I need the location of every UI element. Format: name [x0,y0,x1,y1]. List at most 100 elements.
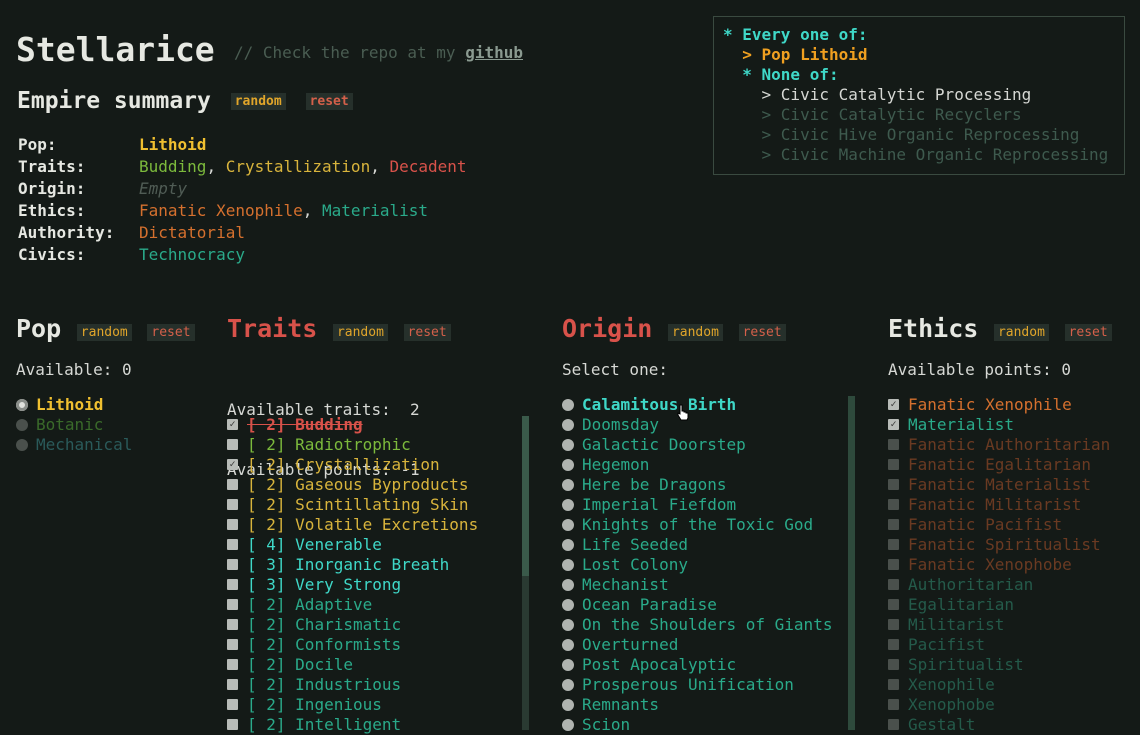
radio-icon[interactable] [562,459,574,471]
radio-icon[interactable] [562,559,574,571]
ethic-item[interactable]: Spiritualist [888,655,1138,675]
origin-item[interactable]: Doomsday [562,415,844,435]
ethic-item[interactable]: Xenophile [888,675,1138,695]
ethic-item[interactable]: Fanatic Militarist [888,495,1138,515]
checkbox-checked-icon[interactable]: ✓ [888,399,899,410]
radio-icon[interactable] [562,419,574,431]
checkbox-icon[interactable] [888,559,899,570]
origin-item[interactable]: Lost Colony [562,555,844,575]
checkbox-icon[interactable] [227,439,238,450]
checkbox-icon[interactable] [888,459,899,470]
radio-icon[interactable] [562,679,574,691]
radio-icon[interactable] [562,479,574,491]
origin-item[interactable]: Calamitous Birth [562,395,844,415]
ethic-item[interactable]: Fanatic Authoritarian [888,435,1138,455]
ethic-item[interactable]: Pacifist [888,635,1138,655]
checkbox-checked-icon[interactable]: ✓ [227,419,238,430]
checkbox-icon[interactable] [227,519,238,530]
ethic-item[interactable]: Xenophobe [888,695,1138,715]
checkbox-icon[interactable] [227,539,238,550]
checkbox-checked-icon[interactable]: ✓ [888,419,899,430]
ethics-reset-button[interactable]: reset [1064,324,1112,341]
origin-item[interactable]: Life Seeded [562,535,844,555]
trait-item[interactable]: ✓ [ 2] Crystallization [227,455,517,475]
origin-reset-button[interactable]: reset [738,324,786,341]
origin-item[interactable]: Post Apocalyptic [562,655,844,675]
checkbox-icon[interactable] [227,719,238,730]
checkbox-icon[interactable] [888,619,899,630]
trait-item[interactable]: [ 2] Industrious [227,675,517,695]
origin-item[interactable]: Imperial Fiefdom [562,495,844,515]
checkbox-icon[interactable] [227,659,238,670]
trait-item[interactable]: [ 4] Venerable [227,535,517,555]
radio-icon[interactable] [562,599,574,611]
pop-random-button[interactable]: random [76,324,132,341]
ethic-item[interactable]: Militarist [888,615,1138,635]
radio-icon[interactable] [562,719,574,731]
trait-item[interactable]: [ 2] Adaptive [227,595,517,615]
origin-item[interactable]: Overturned [562,635,844,655]
pop-option-lithoid[interactable]: Lithoid [16,395,132,415]
checkbox-icon[interactable] [888,679,899,690]
ethic-item[interactable]: Fanatic Egalitarian [888,455,1138,475]
ethic-item[interactable]: Fanatic Pacifist [888,515,1138,535]
checkbox-icon[interactable] [227,699,238,710]
ethic-item[interactable]: ✓ Fanatic Xenophile [888,395,1138,415]
checkbox-icon[interactable] [888,719,899,730]
trait-item[interactable]: [ 2] Intelligent [227,715,517,735]
origin-item[interactable]: Prosperous Unification [562,675,844,695]
trait-item[interactable]: [ 2] Volatile Excretions [227,515,517,535]
radio-icon[interactable] [562,439,574,451]
pop-reset-button[interactable]: reset [147,324,195,341]
checkbox-icon[interactable] [227,679,238,690]
origin-item[interactable]: Knights of the Toxic God [562,515,844,535]
checkbox-icon[interactable] [888,699,899,710]
trait-item[interactable]: [ 3] Very Strong [227,575,517,595]
checkbox-icon[interactable] [227,479,238,490]
origin-item[interactable]: Remnants [562,695,844,715]
radio-icon[interactable] [562,619,574,631]
checkbox-icon[interactable] [888,479,899,490]
radio-icon[interactable] [16,419,28,431]
traits-reset-button[interactable]: reset [403,324,451,341]
ethics-random-button[interactable]: random [993,324,1049,341]
origin-item[interactable]: Scion [562,715,844,735]
ethic-item[interactable]: Fanatic Spiritualist [888,535,1138,555]
trait-item[interactable]: [ 2] Ingenious [227,695,517,715]
pop-option-mechanical[interactable]: Mechanical [16,435,132,455]
traits-scroll-thumb[interactable] [522,416,529,576]
origin-item[interactable]: Hegemon [562,455,844,475]
radio-icon[interactable] [562,659,574,671]
origin-scrollbar[interactable] [848,396,855,730]
traits-random-button[interactable]: random [332,324,388,341]
trait-item[interactable]: [ 2] Radiotrophic [227,435,517,455]
radio-icon[interactable] [562,519,574,531]
checkbox-icon[interactable] [227,499,238,510]
checkbox-checked-icon[interactable]: ✓ [227,459,238,470]
origin-random-button[interactable]: random [667,324,723,341]
ethic-item[interactable]: Egalitarian [888,595,1138,615]
ethic-item[interactable]: ✓ Materialist [888,415,1138,435]
trait-item[interactable]: ✓ [ 2] Budding [227,415,517,435]
ethic-item[interactable]: Fanatic Materialist [888,475,1138,495]
traits-scrollbar[interactable] [522,416,529,730]
origin-item[interactable]: Mechanist [562,575,844,595]
checkbox-icon[interactable] [888,579,899,590]
trait-item[interactable]: [ 2] Conformists [227,635,517,655]
radio-icon[interactable] [562,639,574,651]
checkbox-icon[interactable] [227,579,238,590]
origin-item[interactable]: Here be Dragons [562,475,844,495]
checkbox-icon[interactable] [888,499,899,510]
radio-icon[interactable] [562,539,574,551]
checkbox-icon[interactable] [227,619,238,630]
trait-item[interactable]: [ 2] Docile [227,655,517,675]
checkbox-icon[interactable] [227,599,238,610]
pop-option-botanic[interactable]: Botanic [16,415,132,435]
checkbox-icon[interactable] [888,519,899,530]
trait-item[interactable]: [ 2] Charismatic [227,615,517,635]
trait-item[interactable]: [ 2] Gaseous Byproducts [227,475,517,495]
ethic-item[interactable]: Authoritarian [888,575,1138,595]
radio-icon[interactable] [562,699,574,711]
ethic-item[interactable]: Gestalt [888,715,1138,735]
radio-icon[interactable] [16,439,28,451]
